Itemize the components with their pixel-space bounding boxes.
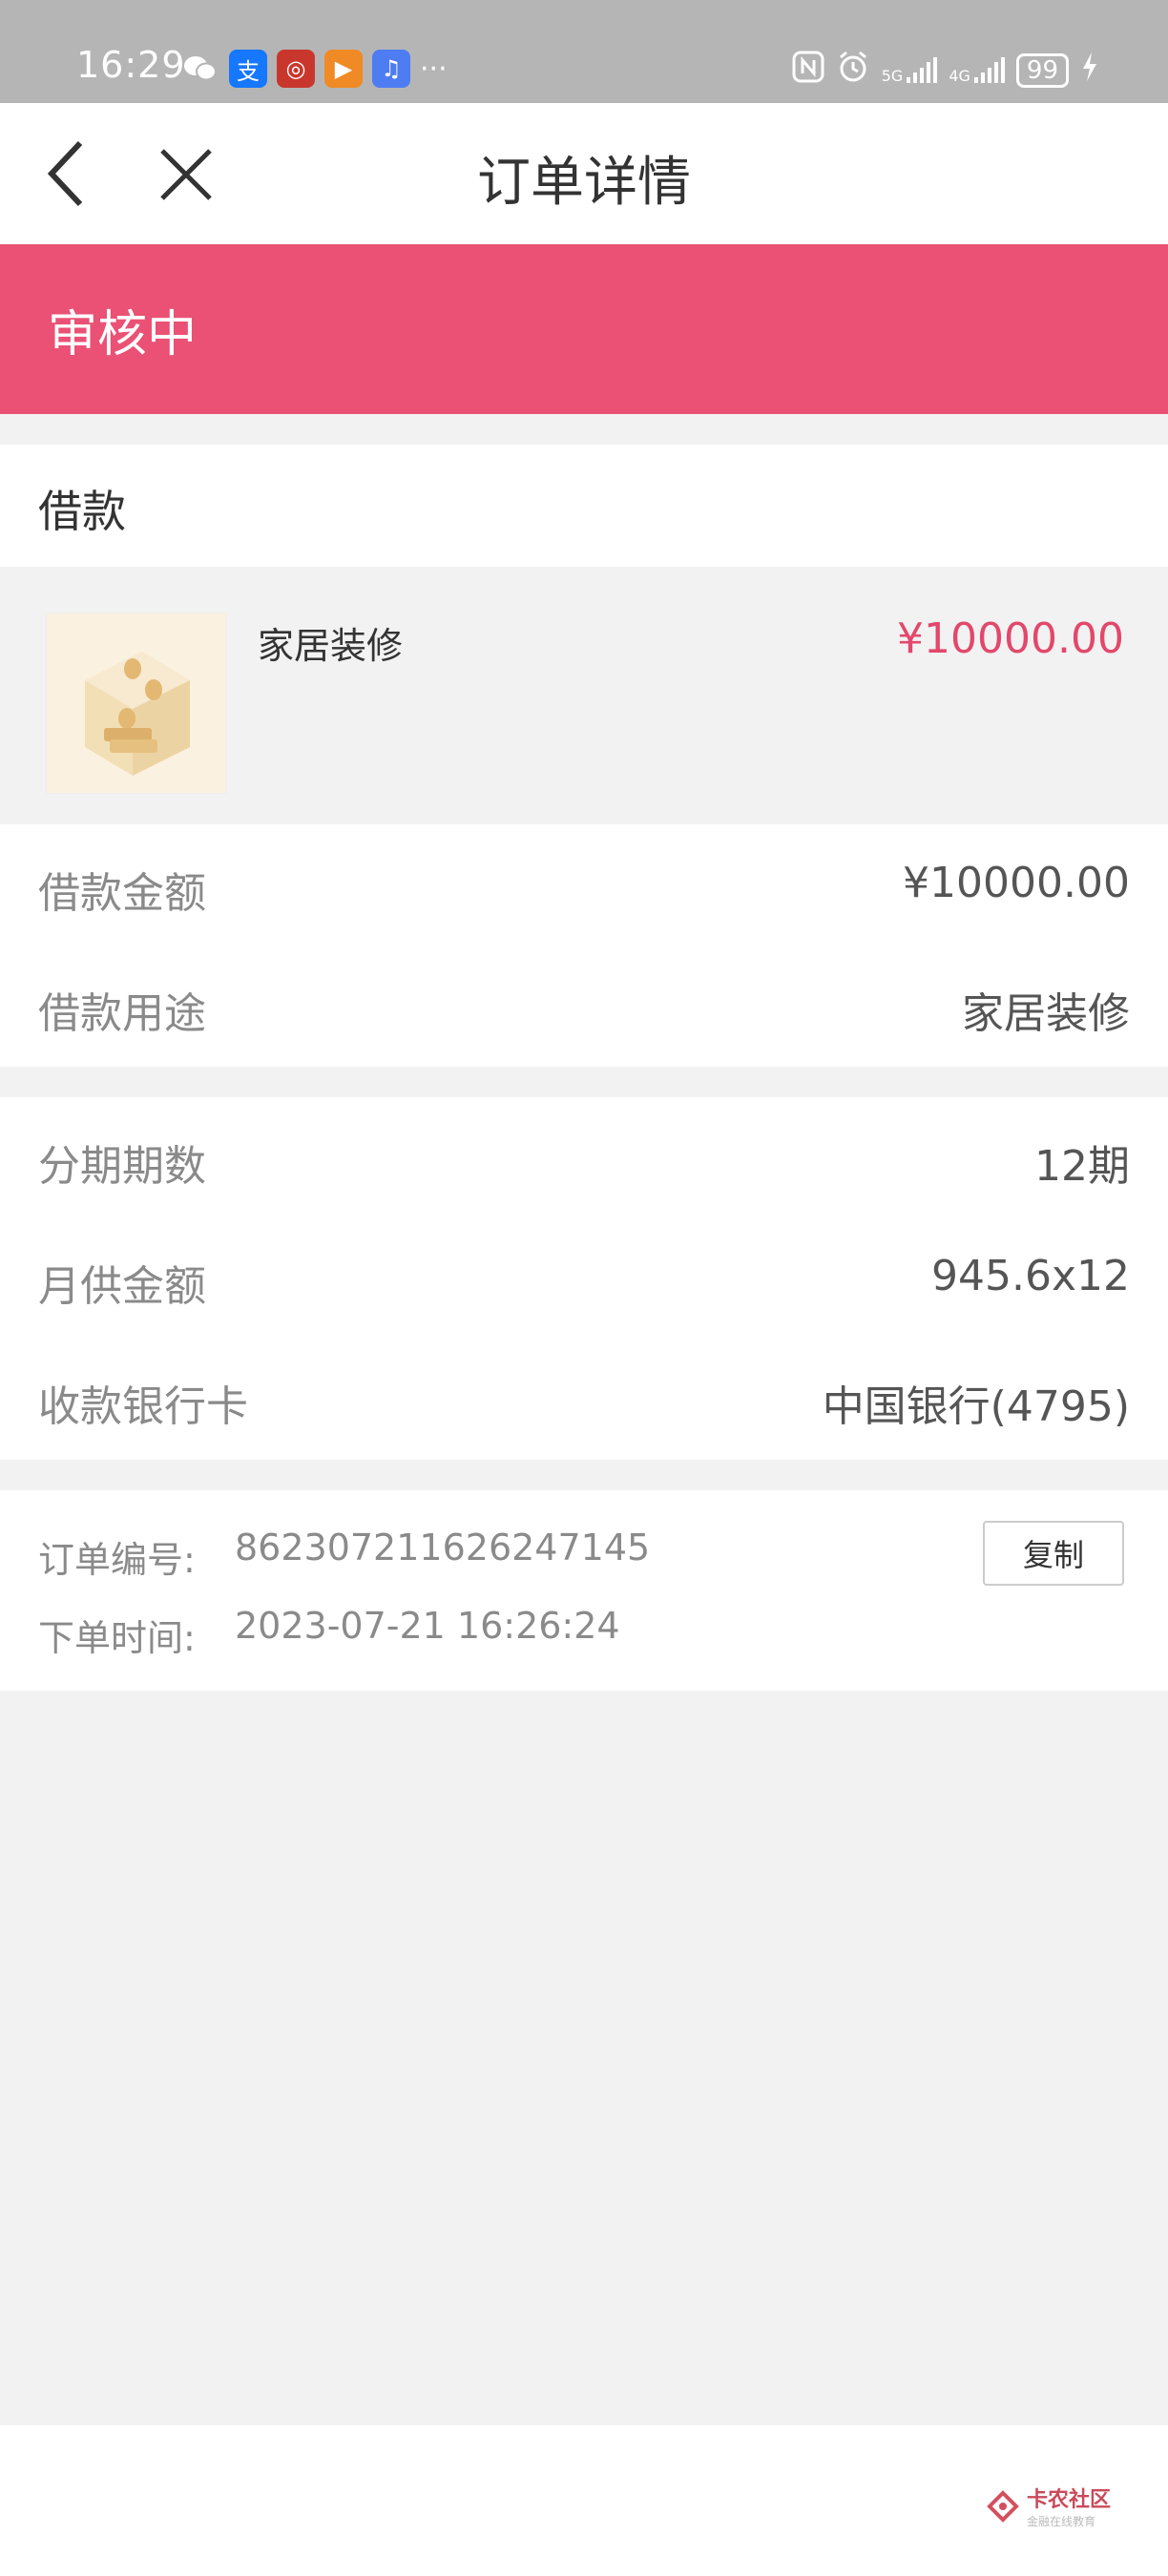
info-value: 中国银行(4795) (822, 1382, 1130, 1431)
section-title: 借款 (38, 486, 126, 537)
info-label: 月供金额 (38, 1262, 206, 1311)
nfc-icon (792, 51, 824, 90)
order-meta: 订单编号: 862307211626247145 下单时间: 2023-07-2… (0, 1490, 1168, 1691)
music-app-icon: ♫ (372, 50, 410, 88)
wechat-icon (181, 50, 219, 88)
order-number-line: 订单编号: 862307211626247145 (38, 1527, 650, 1583)
order-time-line: 下单时间: 2023-07-21 16:26:24 (38, 1605, 620, 1661)
product-row[interactable]: 家居装修 ¥10000.00 (0, 567, 1168, 824)
order-number-label: 订单编号: (38, 1539, 196, 1581)
video-app-icon: ▶ (324, 50, 363, 88)
status-time: 16:29 (76, 44, 186, 86)
info-row-monthly-payment: 月供金额 945.6x12 (0, 1217, 1168, 1340)
product-name: 家居装修 (258, 625, 404, 667)
info-label: 分期期数 (38, 1142, 206, 1191)
info-row-installments: 分期期数 12期 (0, 1097, 1168, 1219)
system-icons: 5G 4G 99 (792, 50, 1099, 91)
info-value: ¥10000.00 (903, 859, 1130, 907)
status-banner: 审核中 (0, 244, 1168, 414)
alipay-icon: 支 (229, 50, 267, 88)
info-value: 945.6x12 (931, 1252, 1130, 1300)
order-number-value: 862307211626247145 (235, 1527, 651, 1568)
product-price: ¥10000.00 (897, 614, 1124, 663)
bank-app-icon: ◎ (277, 50, 315, 88)
notification-icons: 支 ◎ ▶ ♫ ··· (181, 50, 448, 88)
network-5g-label: 5G (881, 66, 904, 85)
status-bar: 16:29 支 ◎ ▶ ♫ ··· 5G 4G 99 (0, 0, 1168, 103)
info-label: 借款金额 (38, 869, 206, 918)
bottom-area: 卡农社区 金融在线教育 (0, 2425, 1168, 2576)
loan-info-card: 借款金额 ¥10000.00 借款用途 家居装修 (0, 824, 1168, 1067)
coin-box-icon (85, 652, 190, 776)
info-value: 家居装修 (962, 989, 1130, 1038)
section-header: 借款 (0, 445, 1168, 567)
kanong-logo-icon (987, 2489, 1019, 2523)
signal-4g-icon: 4G (949, 56, 1005, 85)
charging-icon (1080, 52, 1099, 89)
order-status-text: 审核中 (48, 306, 198, 364)
signal-5g-icon: 5G (882, 56, 938, 85)
order-time-label: 下单时间: (38, 1617, 196, 1659)
info-value: 12期 (1034, 1142, 1130, 1191)
info-row-bank-card: 收款银行卡 中国银行(4795) (0, 1338, 1168, 1460)
battery-icon: 99 (1015, 52, 1069, 88)
network-4g-label: 4G (949, 66, 970, 85)
watermark: 卡农社区 金融在线教育 (987, 2483, 1111, 2529)
info-label: 借款用途 (38, 989, 206, 1038)
product-image (46, 613, 227, 794)
info-label: 收款银行卡 (38, 1382, 248, 1431)
page-title: 订单详情 (477, 152, 691, 214)
info-row-loan-amount: 借款金额 ¥10000.00 (0, 824, 1168, 946)
watermark-title: 卡农社区 (1026, 2488, 1111, 2512)
more-notifications-icon: ··· (420, 52, 448, 86)
watermark-subtitle: 金融在线教育 (1026, 2515, 1095, 2528)
alarm-icon (836, 50, 870, 91)
info-row-loan-purpose: 借款用途 家居装修 (0, 945, 1168, 1067)
order-time-value: 2023-07-21 16:26:24 (235, 1605, 620, 1647)
repayment-info-card: 分期期数 12期 月供金额 945.6x12 收款银行卡 中国银行(4795) (0, 1097, 1168, 1460)
copy-button[interactable]: 复制 (983, 1521, 1124, 1586)
page-header: 订单详情 (0, 103, 1168, 244)
